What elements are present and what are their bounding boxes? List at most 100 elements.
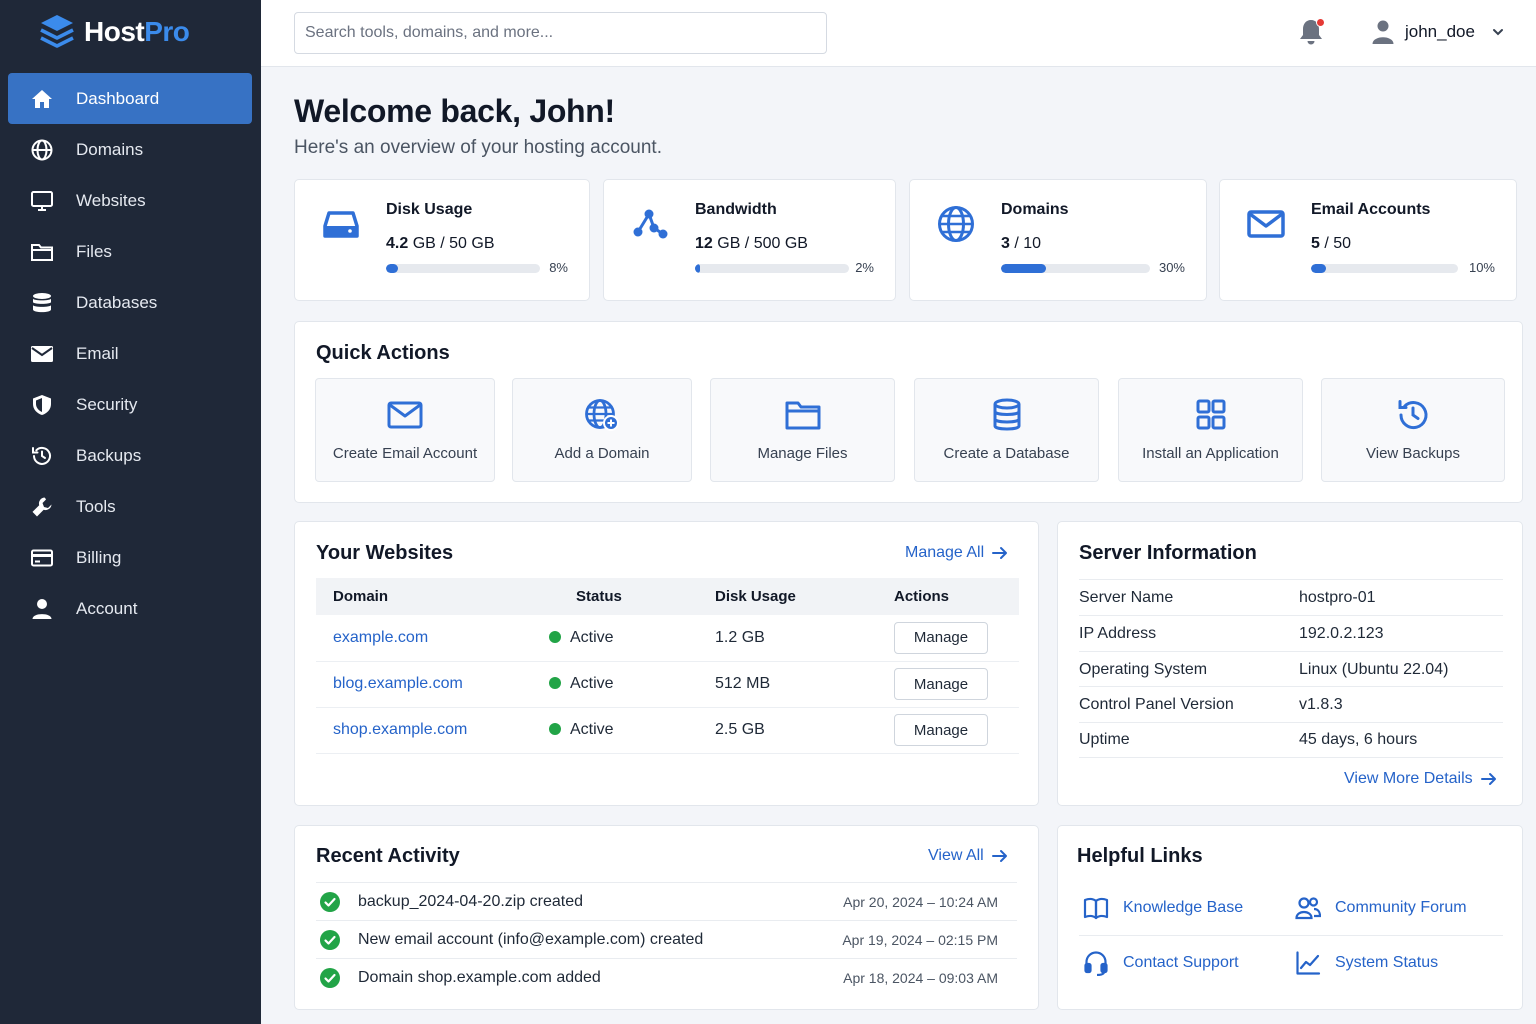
sidebar-item-websites[interactable]: Websites bbox=[8, 175, 252, 226]
table-row: example.com Active 1.2 GB Manage bbox=[316, 615, 1019, 662]
quick-action-add-domain[interactable]: Add a Domain bbox=[512, 378, 692, 482]
section-title: Server Information bbox=[1079, 542, 1257, 564]
sidebar-item-account[interactable]: Account bbox=[8, 583, 252, 634]
globe-plus-icon bbox=[585, 399, 619, 431]
stat-sep: GB / bbox=[712, 235, 754, 252]
quick-actions-panel: Quick Actions Create Email Account Add a… bbox=[294, 321, 1523, 503]
server-info-row: IP Address 192.0.2.123 bbox=[1079, 615, 1503, 651]
sidebar: HostPro Dashboard Domains Websites Files… bbox=[0, 0, 261, 1024]
sidebar-item-label: Billing bbox=[76, 547, 122, 567]
quick-action-manage-files[interactable]: Manage Files bbox=[710, 378, 895, 482]
section-title: Your Websites bbox=[316, 542, 454, 564]
stat-percent: 30% bbox=[1158, 260, 1185, 275]
column-header: Status bbox=[559, 578, 698, 615]
info-value: hostpro-01 bbox=[1299, 588, 1376, 606]
divider bbox=[1079, 935, 1503, 936]
helpful-link-community-forum[interactable]: Community Forum bbox=[1295, 895, 1467, 921]
user-icon bbox=[30, 597, 54, 621]
sidebar-item-label: Account bbox=[76, 598, 138, 618]
quick-action-label: View Backups bbox=[1366, 445, 1460, 462]
sidebar-item-tools[interactable]: Tools bbox=[8, 481, 252, 532]
mail-icon bbox=[387, 401, 423, 429]
helpful-link-contact-support[interactable]: Contact Support bbox=[1083, 950, 1239, 976]
status-text: Active bbox=[570, 675, 614, 692]
view-all-label: View All bbox=[928, 847, 984, 864]
table-row: blog.example.com Active 512 MB Manage bbox=[316, 661, 1019, 708]
manage-all-link[interactable]: Manage All bbox=[905, 544, 1008, 562]
activity-item: Domain shop.example.com added Apr 18, 20… bbox=[316, 958, 1017, 996]
disk-usage-cell: 512 MB bbox=[698, 661, 877, 708]
quick-action-label: Add a Domain bbox=[554, 445, 650, 462]
logo-pro-text: Pro bbox=[144, 16, 190, 47]
progress-fill bbox=[1001, 264, 1046, 273]
table-row: shop.example.com Active 2.5 GB Manage bbox=[316, 707, 1019, 754]
search-input[interactable] bbox=[294, 12, 827, 54]
stat-used: 5 bbox=[1311, 235, 1320, 252]
sidebar-item-backups[interactable]: Backups bbox=[8, 430, 252, 481]
stat-percent: 10% bbox=[1468, 260, 1495, 275]
sidebar-item-email[interactable]: Email bbox=[8, 328, 252, 379]
quick-action-label: Manage Files bbox=[757, 445, 848, 462]
logo[interactable]: HostPro bbox=[38, 12, 190, 52]
user-menu[interactable]: john_doe bbox=[1371, 19, 1505, 45]
view-all-link[interactable]: View All bbox=[928, 847, 1008, 865]
sidebar-item-dashboard[interactable]: Dashboard bbox=[8, 73, 252, 124]
info-label: Uptime bbox=[1079, 731, 1130, 748]
server-info-row: Operating System Linux (Ubuntu 22.04) bbox=[1079, 651, 1503, 687]
notification-badge bbox=[1316, 18, 1325, 27]
sidebar-item-domains[interactable]: Domains bbox=[8, 124, 252, 175]
info-label: Control Panel Version bbox=[1079, 695, 1234, 713]
manage-button[interactable]: Manage bbox=[894, 621, 988, 654]
websites-panel: Your Websites Manage All Domain Status D… bbox=[294, 521, 1039, 806]
activity-item: backup_2024-04-20.zip created Apr 20, 20… bbox=[316, 882, 1017, 920]
helpful-link-label: System Status bbox=[1335, 954, 1439, 971]
info-value: 45 days, 6 hours bbox=[1299, 731, 1418, 748]
grid-icon bbox=[1196, 399, 1225, 430]
manage-button[interactable]: Manage bbox=[894, 714, 988, 746]
home-icon bbox=[30, 87, 54, 111]
layers-logo-icon bbox=[40, 15, 74, 48]
sidebar-item-files[interactable]: Files bbox=[8, 226, 252, 277]
quick-action-label: Create a Database bbox=[943, 445, 1070, 462]
wrench-icon bbox=[30, 495, 54, 519]
helpful-link-system-status[interactable]: System Status bbox=[1295, 950, 1438, 976]
users-icon bbox=[1295, 897, 1321, 920]
database-icon bbox=[30, 291, 54, 315]
username: john_doe bbox=[1405, 22, 1475, 41]
stat-sep: / bbox=[1319, 235, 1334, 252]
stat-used: 4.2 bbox=[386, 235, 409, 252]
quick-action-install-app[interactable]: Install an Application bbox=[1118, 378, 1303, 482]
status-dot bbox=[549, 677, 561, 689]
helpful-link-knowledge-base[interactable]: Knowledge Base bbox=[1083, 895, 1243, 921]
sidebar-item-label: Databases bbox=[76, 292, 158, 312]
info-value: v1.8.3 bbox=[1299, 695, 1343, 713]
quick-action-label: Create Email Account bbox=[332, 445, 478, 462]
domain-link[interactable]: shop.example.com bbox=[333, 721, 467, 738]
sidebar-nav: Dashboard Domains Websites Files Databas… bbox=[8, 73, 252, 634]
view-more-details-link[interactable]: View More Details bbox=[1344, 770, 1497, 788]
manage-all-label: Manage All bbox=[905, 544, 985, 561]
sidebar-item-label: Domains bbox=[76, 139, 144, 159]
domain-link[interactable]: example.com bbox=[333, 629, 428, 646]
helpful-link-label: Knowledge Base bbox=[1123, 899, 1244, 916]
sidebar-item-label: Websites bbox=[76, 190, 146, 210]
quick-action-view-backups[interactable]: View Backups bbox=[1321, 378, 1505, 482]
domain-link[interactable]: blog.example.com bbox=[333, 675, 463, 692]
manage-button[interactable]: Manage bbox=[894, 668, 988, 700]
avatar-icon bbox=[1372, 20, 1394, 44]
credit-card-icon bbox=[30, 546, 54, 570]
history-icon bbox=[30, 444, 54, 468]
stat-total: 50 GB bbox=[449, 235, 495, 252]
sidebar-item-billing[interactable]: Billing bbox=[8, 532, 252, 583]
shield-icon bbox=[30, 393, 54, 417]
sidebar-item-label: Files bbox=[76, 241, 112, 261]
disk-usage-cell: 2.5 GB bbox=[698, 707, 877, 754]
sidebar-item-security[interactable]: Security bbox=[8, 379, 252, 430]
websites-table: Domain Status Disk Usage Actions example… bbox=[316, 578, 1019, 754]
hard-drive-icon bbox=[323, 211, 359, 238]
quick-action-create-email[interactable]: Create Email Account bbox=[315, 378, 495, 482]
info-label: IP Address bbox=[1079, 624, 1157, 642]
quick-action-create-database[interactable]: Create a Database bbox=[914, 378, 1099, 482]
sidebar-item-databases[interactable]: Databases bbox=[8, 277, 252, 328]
sidebar-item-label: Security bbox=[76, 394, 138, 414]
